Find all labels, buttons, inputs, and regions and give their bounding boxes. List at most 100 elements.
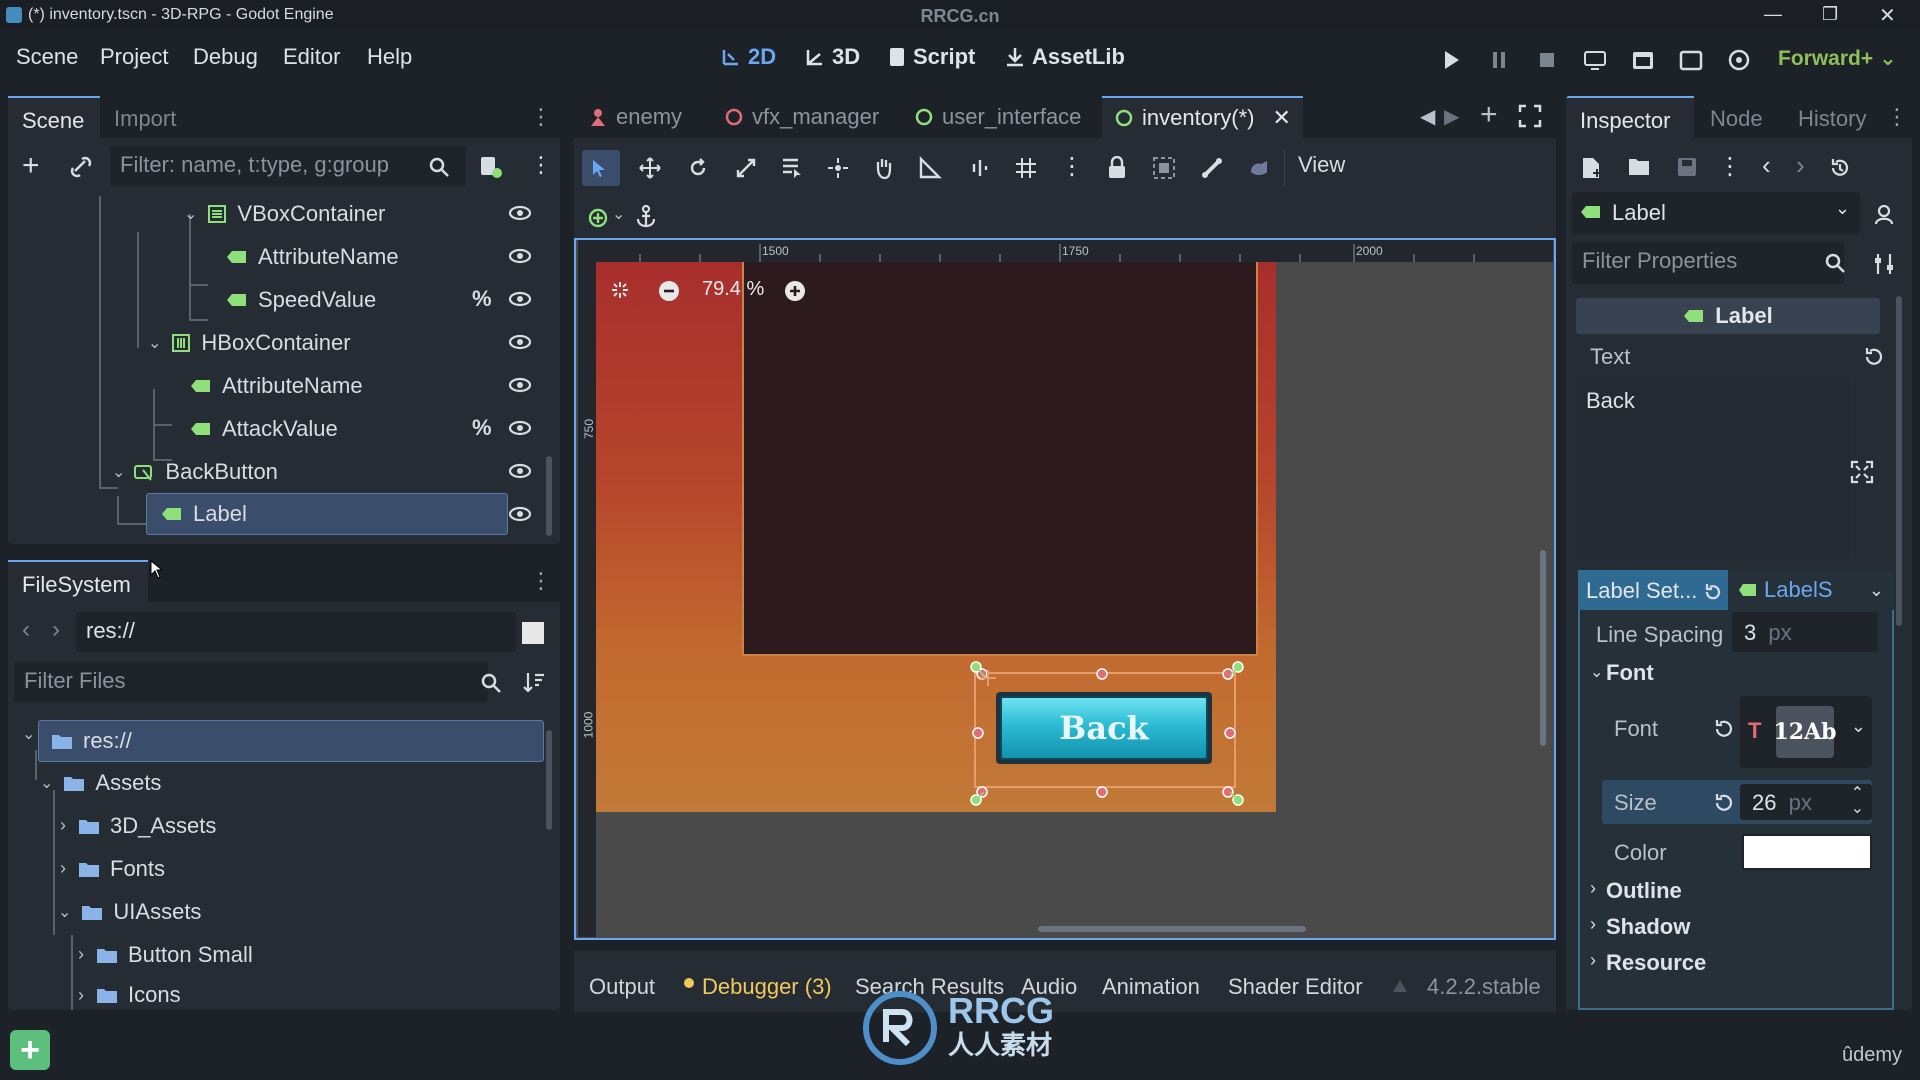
inspector-scrollbar[interactable] (1896, 296, 1902, 626)
text-property-editor[interactable]: Back (1576, 378, 1850, 558)
add-node-icon[interactable]: + (22, 151, 40, 181)
anchor-icon[interactable] (634, 204, 658, 230)
tab-debugger[interactable]: Debugger (3) (702, 974, 832, 1000)
history-forward-icon[interactable]: › (1796, 150, 1805, 181)
camera-override-icon[interactable] (1248, 156, 1272, 180)
pan-hand-icon[interactable] (872, 156, 896, 180)
scale-icon[interactable] (734, 156, 758, 180)
tab-inventory[interactable]: inventory(*) ✕ (1102, 96, 1303, 138)
filter-files-input[interactable]: Filter Files (14, 662, 488, 702)
menu-debug[interactable]: Debug (193, 44, 258, 70)
collapse-arrow-icon[interactable]: ⌄ (148, 333, 161, 353)
transform-handles[interactable] (958, 656, 1258, 806)
font-resource-picker[interactable]: T 12Ab ⌄ (1740, 696, 1872, 768)
more-options-icon[interactable]: ⋮ (530, 152, 552, 178)
tab-history[interactable]: History (1784, 96, 1880, 138)
tab-enemy[interactable]: enemy (588, 104, 682, 130)
rotate-icon[interactable] (686, 156, 710, 180)
menu-help[interactable]: Help (367, 44, 412, 70)
anchor-preset-icon[interactable] (588, 206, 614, 230)
tree-node-hboxcontainer[interactable]: ⌄ HBoxContainer (148, 325, 351, 360)
distraction-free-icon[interactable] (1518, 104, 1542, 128)
smart-snap-icon[interactable] (968, 156, 992, 180)
label-settings-resource[interactable]: LabelS ⌄ (1730, 570, 1894, 610)
attach-script-icon[interactable] (478, 154, 502, 178)
tree-node-attributename-2[interactable]: AttributeName (190, 368, 363, 403)
tree-node-backbutton[interactable]: ⌄ BackButton (112, 454, 278, 489)
minimize-button[interactable]: — (1764, 4, 1782, 25)
canvas-viewport[interactable]: 1500 1750 2000 750 1000 Back 79.4 % (578, 240, 1553, 937)
workspace-assetlib[interactable]: AssetLib (1004, 44, 1125, 70)
history-icon[interactable] (1828, 156, 1852, 180)
tab-animation[interactable]: Animation (1102, 974, 1200, 1000)
update-spinner-icon[interactable] (1390, 976, 1410, 996)
tab-user-interface[interactable]: user_interface (914, 104, 1081, 130)
play-custom-scene-icon[interactable] (1678, 47, 1704, 73)
fs-item-assets[interactable]: ⌄ Assets (40, 765, 161, 800)
tree-node-label-selected[interactable]: Label (146, 493, 508, 535)
expand-arrow-icon[interactable]: › (1590, 914, 1596, 935)
expand-editor-icon[interactable] (1850, 460, 1874, 484)
stop-icon[interactable] (1534, 47, 1560, 73)
add-app-icon[interactable]: + (10, 1030, 50, 1070)
snap-options-icon[interactable]: ⋮ (1060, 152, 1084, 181)
lock-icon[interactable] (1106, 156, 1128, 180)
shadow-section[interactable]: Shadow (1606, 914, 1690, 940)
history-back-icon[interactable]: ‹ (1762, 150, 1771, 181)
zoom-out-icon[interactable] (658, 280, 680, 302)
close-window-button[interactable]: ✕ (1879, 3, 1896, 28)
prev-tab-icon[interactable]: ◀ (1420, 104, 1435, 129)
revert-icon[interactable] (1712, 718, 1734, 740)
tab-output[interactable]: Output (589, 974, 655, 1000)
tab-inspector[interactable]: Inspector (1566, 96, 1694, 138)
renderer-selector[interactable]: Forward+ ⌄ (1778, 46, 1897, 71)
fs-item-fonts[interactable]: › Fonts (60, 851, 165, 886)
revert-icon[interactable] (1702, 582, 1722, 602)
pivot-icon[interactable] (826, 156, 850, 180)
workspace-2d[interactable]: 2D (720, 44, 776, 70)
movie-maker-icon[interactable] (1726, 47, 1752, 73)
fs-item-button-small[interactable]: › Button Small (78, 937, 253, 972)
expand-arrow-icon[interactable]: › (60, 815, 66, 836)
unique-name-badge[interactable]: % (472, 286, 492, 312)
horizontal-scrollbar[interactable] (1038, 926, 1306, 932)
tree-node-speedvalue[interactable]: SpeedValue (226, 282, 376, 317)
center-view-icon[interactable] (608, 278, 632, 302)
group-icon[interactable] (1152, 156, 1176, 180)
tab-vfx-manager[interactable]: vfx_manager (724, 104, 879, 130)
scene-filter-input[interactable]: Filter: name, t:type, g:group (110, 146, 466, 186)
resource-menu-icon[interactable]: ⋮ (1718, 152, 1742, 181)
fs-item-3d-assets[interactable]: › 3D_Assets (60, 808, 216, 843)
grid-snap-icon[interactable] (1014, 156, 1038, 180)
tab-filesystem[interactable]: FileSystem (8, 560, 148, 602)
tab-import[interactable]: Import (100, 96, 190, 138)
dock-menu-icon[interactable]: ⋮ (530, 104, 552, 130)
restore-button[interactable]: ❐ (1822, 4, 1838, 25)
collapse-arrow-icon[interactable]: ⌄ (112, 462, 125, 482)
expand-arrow-icon[interactable]: › (60, 858, 66, 879)
close-tab-icon[interactable]: ✕ (1272, 105, 1290, 131)
filesystem-scrollbar[interactable] (546, 730, 552, 830)
dock-menu-icon[interactable]: ⋮ (1886, 104, 1908, 130)
expand-arrow-icon[interactable]: › (1590, 878, 1596, 899)
size-input[interactable]: 26 px ⌃ ⌄ (1740, 784, 1872, 820)
font-section[interactable]: Font (1606, 660, 1654, 686)
collapse-arrow-icon[interactable]: ⌄ (40, 773, 53, 793)
toggle-split-icon[interactable] (522, 622, 544, 644)
load-resource-icon[interactable] (1628, 156, 1652, 178)
pause-icon[interactable] (1486, 47, 1512, 73)
menu-scene[interactable]: Scene (16, 44, 78, 70)
play-icon[interactable] (1438, 47, 1464, 73)
tab-shader-editor[interactable]: Shader Editor (1228, 974, 1363, 1000)
menu-editor[interactable]: Editor (283, 44, 340, 70)
tree-node-attackvalue[interactable]: AttackValue (190, 411, 338, 446)
collapse-arrow-icon[interactable]: ⌄ (58, 902, 71, 922)
revert-icon[interactable] (1862, 346, 1884, 368)
new-resource-icon[interactable] (1580, 156, 1602, 180)
expand-arrow-icon[interactable]: › (78, 944, 84, 965)
dock-menu-icon[interactable]: ⋮ (530, 568, 552, 594)
collapse-arrow-icon[interactable]: ⌄ (184, 204, 197, 224)
next-tab-icon[interactable]: ▶ (1444, 104, 1459, 129)
zoom-in-icon[interactable] (784, 280, 806, 302)
save-resource-icon[interactable] (1676, 156, 1698, 178)
